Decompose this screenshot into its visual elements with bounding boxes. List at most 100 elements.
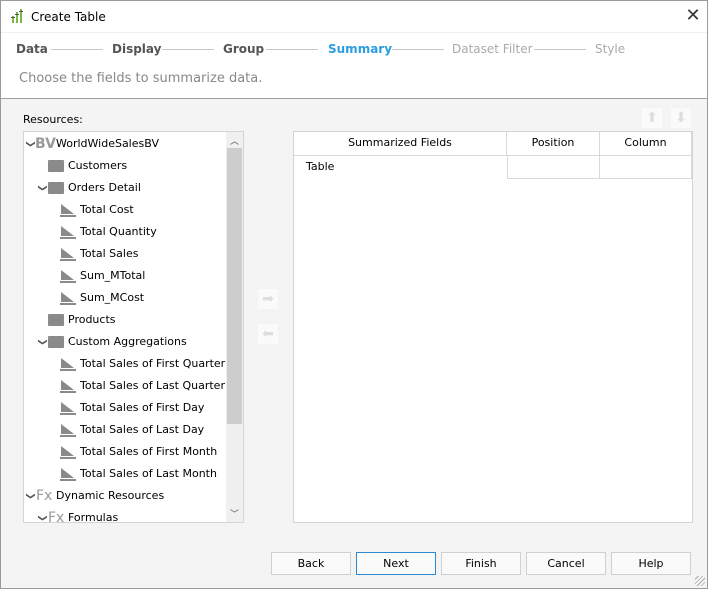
step-style[interactable]: Style [595, 42, 625, 56]
back-button[interactable]: Back [271, 552, 351, 575]
add-field-arrow-icon[interactable]: ➡ [258, 289, 278, 309]
tree-item-label: Total Cost [80, 203, 134, 216]
scroll-down-icon[interactable]: ﹀ [226, 507, 243, 520]
tree-item[interactable]: ❯ Orders Detail [24, 177, 224, 199]
create-table-dialog: Create Table ✕ Data Display Group Summar… [0, 0, 708, 589]
measure-icon [60, 379, 76, 393]
tree-item[interactable]: Sum_MCost [24, 287, 224, 309]
step-data[interactable]: Data [16, 42, 48, 56]
tree-item[interactable]: Total Sales of First Day [24, 397, 224, 419]
cancel-button[interactable]: Cancel [526, 552, 606, 575]
table-row-column[interactable] [600, 156, 692, 179]
finish-button[interactable]: Finish [441, 552, 521, 575]
measure-icon [60, 401, 76, 415]
step-summary[interactable]: Summary [328, 42, 392, 56]
tree-item[interactable]: Total Sales of First Month [24, 441, 224, 463]
tree-item-label: Total Sales of Last Day [80, 423, 205, 436]
folder-open-icon [48, 336, 64, 348]
tree-item-label: Total Sales of First Quarter [80, 357, 226, 370]
tree-item-label: Total Sales of First Month [80, 445, 218, 458]
column-header-column[interactable]: Column [600, 132, 692, 156]
tree-item-label: Total Sales of First Day [80, 401, 205, 414]
step-connector [266, 49, 318, 50]
back-label: Back [297, 557, 325, 570]
measure-icon [60, 225, 76, 239]
table-row-field[interactable]: Table [294, 156, 507, 179]
finish-label: Finish [465, 557, 497, 570]
tree-item[interactable]: Total Quantity [24, 221, 224, 243]
measure-icon [60, 203, 76, 217]
measure-icon [60, 445, 76, 459]
tree-item[interactable]: Total Sales of Last Month [24, 463, 224, 485]
tree-item[interactable]: ❯ Fx Formulas [24, 507, 224, 523]
tree-item-label: Products [68, 313, 116, 326]
tree-item[interactable]: Customers [24, 155, 224, 177]
tree-item-label: Sum_MTotal [80, 269, 146, 282]
divider [1, 32, 707, 33]
step-connector [162, 49, 214, 50]
scrollbar-thumb[interactable] [227, 148, 242, 424]
resources-tree[interactable]: ❯ Fx Formulas ❯ Fx Dynamic Resources Total Sal… [23, 131, 244, 523]
measure-icon [60, 291, 76, 305]
tree-item-label: Total Sales of Last Month [80, 467, 217, 480]
tree-item[interactable]: ❯ Custom Aggregations [24, 331, 224, 353]
next-label: Next [383, 557, 409, 570]
tree-item[interactable]: Total Sales [24, 243, 224, 265]
folder-icon [48, 314, 64, 326]
tree-item-label: Sum_MCost [80, 291, 145, 304]
chart-bars-icon [11, 9, 23, 23]
summarized-fields-table: Summarized Fields Position Column Table [293, 131, 693, 523]
dialog-title: Create Table [31, 10, 106, 24]
folder-icon [48, 160, 64, 172]
table-row-position[interactable] [507, 156, 600, 179]
move-down-arrow-icon[interactable]: ⬇ [671, 108, 691, 128]
tree-item-label: Total Sales of Last Quarter [80, 379, 225, 392]
close-icon[interactable]: ✕ [683, 6, 703, 26]
formula-icon: Fx [48, 510, 65, 523]
measure-icon [60, 467, 76, 481]
tree-item-label: Total Quantity [80, 225, 157, 238]
step-description: Choose the fields to summarize data. [19, 71, 263, 86]
remove-field-arrow-icon[interactable]: ⬅ [258, 324, 278, 344]
tree-item-label: Dynamic Resources [56, 489, 165, 502]
scroll-up-icon[interactable]: ︿ [226, 134, 243, 147]
tree-scrollbar[interactable]: ︿ ﹀ [226, 132, 243, 522]
measure-icon [60, 269, 76, 283]
dialog-header: Create Table ✕ Data Display Group Summar… [1, 1, 707, 99]
step-connector [51, 49, 103, 50]
move-up-arrow-icon[interactable]: ⬆ [642, 108, 662, 128]
tree-item-label: Custom Aggregations [68, 335, 187, 348]
cancel-label: Cancel [547, 557, 585, 570]
step-display[interactable]: Display [112, 42, 161, 56]
tree-item[interactable]: ❯ Fx Dynamic Resources [24, 485, 224, 507]
tree-item[interactable]: Total Sales of Last Quarter [24, 375, 225, 397]
measure-icon [60, 357, 76, 371]
column-header-summarized-fields[interactable]: Summarized Fields [294, 132, 507, 156]
next-button[interactable]: Next [356, 552, 436, 575]
folder-open-icon [48, 182, 64, 194]
resize-grip-icon[interactable] [695, 576, 705, 586]
tree-item-label: Orders Detail [68, 181, 141, 194]
tree-item[interactable]: Total Cost [24, 199, 224, 221]
tree-item[interactable]: Total Sales of Last Day [24, 419, 224, 441]
tree-item-label: WorldWideSalesBV [56, 137, 159, 150]
tree-item[interactable]: Total Sales of First Quarter [24, 353, 226, 375]
step-connector [534, 49, 586, 50]
measure-icon [60, 423, 76, 437]
measure-icon [60, 247, 76, 261]
tree-item-label: Total Sales [80, 247, 139, 260]
formula-icon: Fx [36, 488, 53, 504]
tree-item-label: Customers [68, 159, 128, 172]
step-group[interactable]: Group [223, 42, 264, 56]
help-label: Help [638, 557, 664, 570]
resources-label: Resources: [23, 113, 83, 126]
tree-item[interactable]: ❯ BV WorldWideSalesBV [24, 133, 224, 155]
tree-item[interactable]: Products [24, 309, 224, 331]
tree-item[interactable]: Sum_MTotal [24, 265, 224, 287]
column-header-position[interactable]: Position [507, 132, 600, 156]
help-button[interactable]: Help [611, 552, 691, 575]
tree-item-label: Formulas [68, 511, 119, 523]
business-view-icon: BV [35, 136, 56, 152]
step-connector [392, 49, 444, 50]
step-dataset-filter[interactable]: Dataset Filter [452, 42, 533, 56]
